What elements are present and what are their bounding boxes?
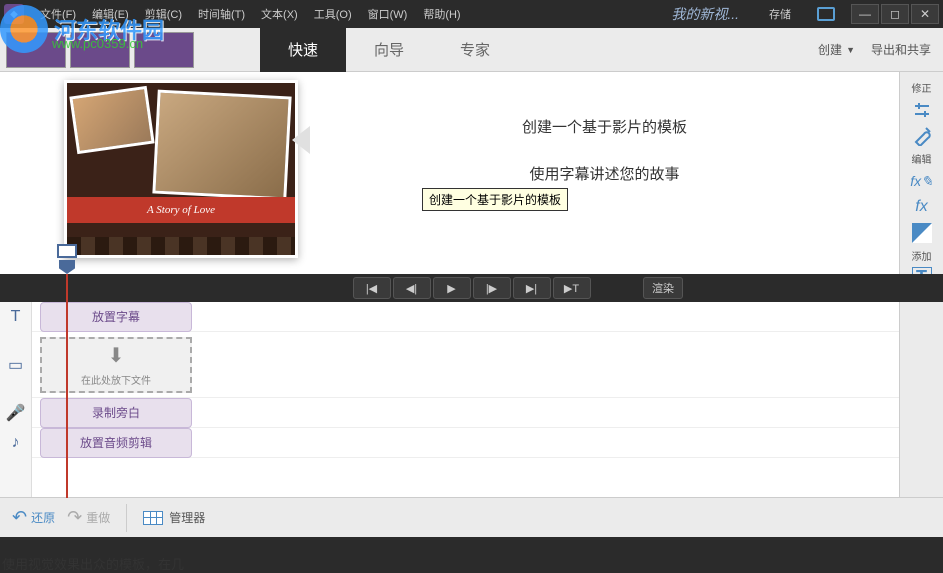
- maximize-button[interactable]: ◻: [881, 4, 909, 24]
- menu-window[interactable]: 窗口(W): [360, 2, 416, 26]
- title-track-icon[interactable]: T: [0, 302, 31, 332]
- menubar: ◆ 文件(F) 编辑(E) 剪辑(C) 时间轴(T) 文本(X) 工具(O) 窗…: [0, 0, 943, 28]
- mode-thumbnails: [0, 32, 200, 68]
- panel-fx[interactable]: fx: [902, 196, 942, 218]
- download-arrow-icon: ⬇: [108, 343, 125, 368]
- grid-icon: [143, 511, 163, 525]
- redo-icon: ↷: [67, 507, 82, 528]
- panel-edit[interactable]: 编辑: [902, 151, 942, 166]
- panel-fx-brush[interactable]: fx✎: [902, 170, 942, 192]
- menu-help[interactable]: 帮助(H): [415, 2, 468, 26]
- menu-text[interactable]: 文本(X): [253, 2, 306, 26]
- narration-track-icon[interactable]: 🎤: [0, 398, 31, 428]
- sliders-icon: [911, 99, 933, 121]
- preview-ribbon: A Story of Love: [67, 197, 295, 223]
- title-track-label[interactable]: 放置字幕: [40, 302, 192, 332]
- redo-button[interactable]: ↷ 重做: [67, 507, 110, 528]
- template-item-2[interactable]: 使用字幕讲述您的故事: [330, 145, 879, 202]
- video-track-row[interactable]: ⬇ 在此处放下文件: [32, 332, 899, 398]
- tooltip: 创建一个基于影片的模板: [422, 188, 568, 211]
- chevron-down-icon: ▼: [846, 45, 855, 55]
- timeline-track-icons: T ▭ 🎤 ♪: [0, 302, 32, 497]
- video-drop-zone[interactable]: ⬇ 在此处放下文件: [40, 337, 192, 393]
- ribbon-text: A Story of Love: [147, 204, 215, 216]
- menu-timeline[interactable]: 时间轴(T): [190, 2, 253, 26]
- narration-track-label[interactable]: 录制旁白: [40, 398, 192, 428]
- divider: [126, 504, 127, 532]
- gradient-icon: [911, 222, 933, 244]
- undo-button[interactable]: ↶ 还原: [12, 507, 55, 528]
- thumb-2[interactable]: [70, 32, 130, 68]
- audio-track-label[interactable]: 放置音频剪辑: [40, 428, 192, 458]
- menu-clip[interactable]: 剪辑(C): [137, 2, 190, 26]
- playback-bar: |◀ ◀| ▶ |▶ ▶| ▶T 渲染: [0, 274, 943, 302]
- thumb-3[interactable]: [134, 32, 194, 68]
- preview-card[interactable]: A Story of Love: [64, 80, 298, 258]
- panel-color[interactable]: [902, 222, 942, 244]
- drop-hint: 在此处放下文件: [81, 372, 151, 387]
- timeline-tracks[interactable]: 放置字幕 ⬇ 在此处放下文件 录制旁白 放置音频剪辑: [32, 302, 899, 497]
- thumb-1[interactable]: [6, 32, 66, 68]
- template-preview: A Story of Love 使用视觉效果出众的模板，在几: [0, 72, 310, 274]
- preview-photo-2: [152, 90, 291, 201]
- right-panel: 修正 编辑 fx✎ fx 添加 T: [899, 72, 943, 274]
- play-button[interactable]: ▶: [433, 277, 471, 299]
- goto-marker-button[interactable]: ▶T: [553, 277, 591, 299]
- menu-tools[interactable]: 工具(O): [306, 2, 360, 26]
- pointer-arrow-icon: [292, 126, 310, 154]
- project-name: 我的新视...: [659, 4, 751, 24]
- menu-edit[interactable]: 编辑(E): [84, 2, 137, 26]
- timeline: T ▭ 🎤 ♪ 放置字幕 ⬇ 在此处放下文件 录制旁白 放置音频剪辑: [0, 302, 943, 497]
- preview-photo-1: [69, 86, 154, 154]
- step-back-button[interactable]: ◀|: [393, 277, 431, 299]
- create-dropdown[interactable]: 创建▼: [818, 41, 855, 58]
- fx-icon: fx: [911, 196, 933, 218]
- panel-fix[interactable]: 修正: [902, 80, 942, 95]
- panel-tools[interactable]: [902, 125, 942, 147]
- panel-add[interactable]: 添加: [902, 248, 942, 263]
- audio-track-icon[interactable]: ♪: [0, 428, 31, 458]
- minimize-button[interactable]: —: [851, 4, 879, 24]
- menu-file[interactable]: 文件(F): [32, 2, 84, 26]
- save-button[interactable]: 存储: [759, 2, 801, 26]
- close-button[interactable]: ✕: [911, 4, 939, 24]
- wrench-icon: [911, 125, 933, 147]
- preview-filmstrip: [67, 237, 295, 255]
- tab-guided[interactable]: 向导: [346, 27, 432, 72]
- export-button[interactable]: 导出和共享: [871, 41, 931, 58]
- template-list: 创建一个基于影片的模板 创建一个基于影片的模板 使用字幕讲述您的故事: [310, 72, 899, 274]
- fullscreen-icon[interactable]: [817, 7, 835, 21]
- playhead[interactable]: [66, 274, 68, 498]
- audio-track-row[interactable]: 放置音频剪辑: [32, 428, 899, 458]
- tab-expert[interactable]: 专家: [432, 27, 518, 72]
- goto-start-button[interactable]: |◀: [353, 277, 391, 299]
- render-button[interactable]: 渲染: [643, 277, 683, 299]
- bottom-bar: ↶ 还原 ↷ 重做 管理器: [0, 497, 943, 537]
- content-area: A Story of Love 使用视觉效果出众的模板，在几 创建一个基于影片的…: [0, 72, 943, 274]
- goto-end-button[interactable]: ▶|: [513, 277, 551, 299]
- video-track-icon[interactable]: ▭: [0, 332, 31, 398]
- step-forward-button[interactable]: |▶: [473, 277, 511, 299]
- fx-brush-icon: fx✎: [911, 170, 933, 192]
- template-item-1[interactable]: 创建一个基于影片的模板: [330, 92, 879, 145]
- undo-icon: ↶: [12, 507, 27, 528]
- title-track-row[interactable]: 放置字幕: [32, 302, 899, 332]
- panel-adjust[interactable]: [902, 99, 942, 121]
- mode-bar: 快速 向导 专家 创建▼ 导出和共享: [0, 28, 943, 72]
- template-description: 使用视觉效果出众的模板，在几: [2, 554, 184, 573]
- app-icon: ◆: [4, 4, 24, 24]
- tab-quick[interactable]: 快速: [260, 27, 346, 72]
- narration-track-row[interactable]: 录制旁白: [32, 398, 899, 428]
- organizer-button[interactable]: 管理器: [143, 509, 205, 526]
- playhead-box-icon: [57, 244, 77, 258]
